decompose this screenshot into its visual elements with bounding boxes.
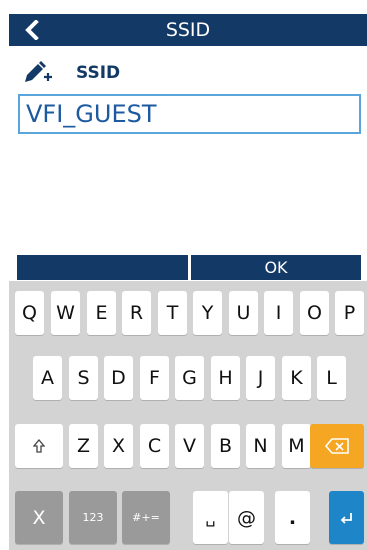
key-j[interactable]: J bbox=[246, 356, 275, 400]
key-e[interactable]: E bbox=[87, 291, 116, 335]
backspace-icon bbox=[325, 438, 349, 454]
key-g[interactable]: G bbox=[175, 356, 204, 400]
key-c[interactable]: C bbox=[140, 424, 169, 468]
numbers-key[interactable]: 123 bbox=[69, 491, 117, 544]
left-frame bbox=[0, 0, 8, 550]
key-d[interactable]: D bbox=[104, 356, 133, 400]
key-m[interactable]: M bbox=[282, 424, 311, 468]
key-s[interactable]: S bbox=[69, 356, 98, 400]
field-label-row: SSID bbox=[22, 60, 120, 86]
key-n[interactable]: N bbox=[246, 424, 275, 468]
dot-key[interactable]: . bbox=[275, 491, 310, 544]
key-y[interactable]: Y bbox=[193, 291, 222, 335]
title-bar: SSID bbox=[9, 14, 367, 46]
key-u[interactable]: U bbox=[229, 291, 258, 335]
cancel-action-bar[interactable] bbox=[17, 255, 188, 280]
key-f[interactable]: F bbox=[140, 356, 169, 400]
edit-pencil-icon bbox=[25, 61, 52, 82]
key-p[interactable]: P bbox=[335, 291, 364, 335]
key-h[interactable]: H bbox=[211, 356, 240, 400]
key-o[interactable]: O bbox=[300, 291, 329, 335]
onscreen-keyboard: Q W E R T Y U I O P A S D F G H J K L Z … bbox=[9, 281, 367, 550]
at-key[interactable]: @ bbox=[229, 491, 264, 544]
shift-icon bbox=[33, 439, 45, 453]
shift-key[interactable] bbox=[15, 424, 63, 468]
key-t[interactable]: T bbox=[158, 291, 187, 335]
key-l[interactable]: L bbox=[317, 356, 346, 400]
key-v[interactable]: V bbox=[175, 424, 204, 468]
key-w[interactable]: W bbox=[51, 291, 80, 335]
key-k[interactable]: K bbox=[282, 356, 311, 400]
key-x[interactable]: X bbox=[104, 424, 133, 468]
field-label: SSID bbox=[76, 63, 121, 83]
ok-button[interactable]: OK bbox=[191, 255, 361, 280]
page-title: SSID bbox=[165, 19, 211, 41]
enter-key[interactable] bbox=[329, 491, 364, 544]
key-r[interactable]: R bbox=[122, 291, 151, 335]
key-q[interactable]: Q bbox=[15, 291, 44, 335]
close-keyboard-key[interactable]: X bbox=[15, 491, 63, 544]
key-z[interactable]: Z bbox=[69, 424, 98, 468]
key-a[interactable]: A bbox=[33, 356, 62, 400]
key-b[interactable]: B bbox=[211, 424, 240, 468]
space-key[interactable]: ␣ bbox=[193, 491, 228, 544]
ssid-input[interactable]: VFI_GUEST bbox=[18, 94, 361, 134]
key-i[interactable]: I bbox=[264, 291, 293, 335]
backspace-key[interactable] bbox=[310, 424, 364, 468]
symbols-key[interactable]: #+= bbox=[122, 491, 170, 544]
enter-icon bbox=[340, 512, 352, 524]
